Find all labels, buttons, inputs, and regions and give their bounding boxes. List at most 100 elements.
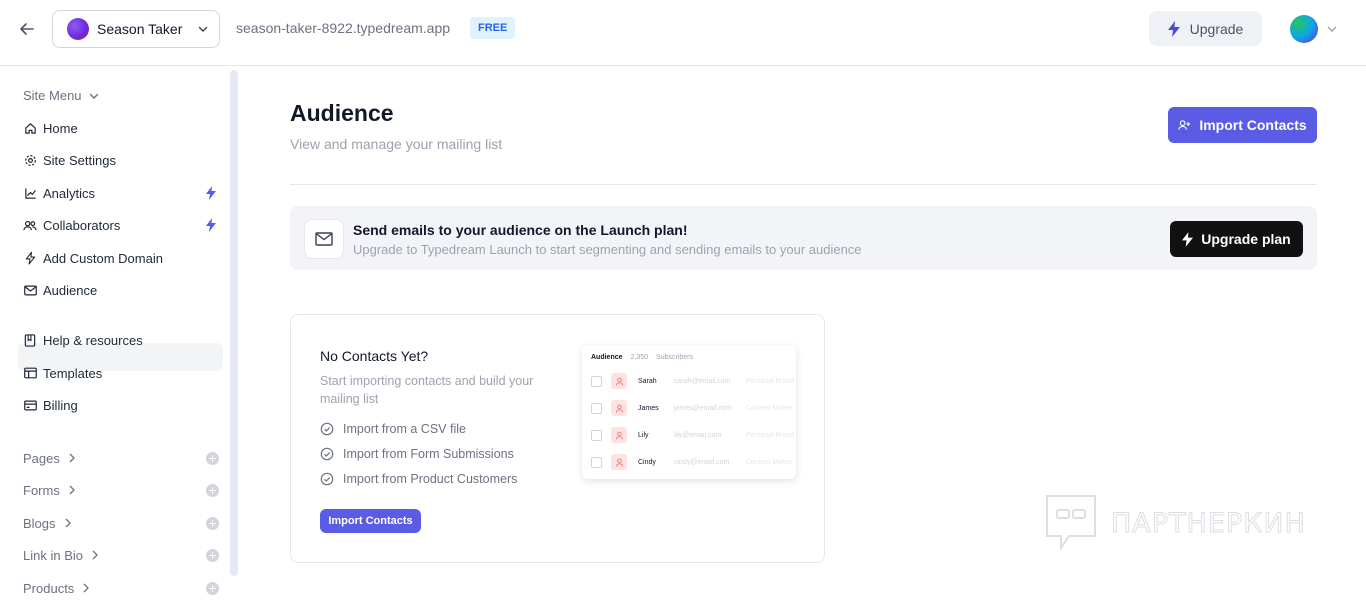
sidebar-item-label: Add Custom Domain — [43, 250, 163, 266]
add-user-icon — [1178, 120, 1191, 130]
user-icon — [611, 427, 627, 443]
sidebar-item-label: Help & resources — [43, 332, 143, 348]
sidebar-item-site-settings[interactable]: Site Settings — [18, 146, 223, 174]
upgrade-plan-button[interactable]: Upgrade plan — [1170, 221, 1303, 257]
user-icon — [611, 373, 627, 389]
back-arrow-icon[interactable] — [16, 18, 38, 40]
preview-name: Sarah — [638, 377, 657, 385]
import-contacts-label: Import Contacts — [1199, 117, 1307, 133]
sidebar-item-label: Site Settings — [43, 152, 116, 168]
gear-icon — [23, 153, 37, 167]
sidebar-item-templates[interactable]: Templates — [18, 359, 223, 387]
sidebar-item-audience[interactable]: Audience — [18, 276, 223, 304]
sidebar-group-link-in-bio[interactable]: Link in Bio — [23, 545, 219, 565]
mail-icon — [304, 219, 344, 259]
sidebar-group-products[interactable]: Products — [23, 578, 219, 598]
page-title: Audience — [290, 100, 394, 126]
preview-row: Lily lily@email.com Personal Brand — [591, 426, 796, 444]
plan-badge: FREE — [470, 17, 516, 39]
top-bar: Season Taker season-taker-8922.typedream… — [0, 0, 1366, 66]
preview-row: Cindy cindy@email.com Content Maker — [591, 453, 796, 471]
preview-email: lily@email.com — [674, 431, 722, 439]
divider — [290, 184, 1317, 185]
mail-icon — [23, 283, 37, 297]
preview-header: Audience 2,350 Subscribers — [591, 354, 693, 361]
group-label: Blogs — [23, 515, 56, 531]
preview-count: 2,350 — [630, 354, 649, 361]
watermark: ПАРТНЕРКИН — [1045, 494, 1306, 552]
step-item: Import from Product Customers — [320, 471, 517, 487]
chevron-right-icon — [83, 583, 90, 593]
users-icon — [23, 218, 37, 232]
sidebar-group-forms[interactable]: Forms — [23, 480, 219, 500]
page-subtitle: View and manage your mailing list — [290, 136, 503, 152]
step-label: Import from Form Submissions — [343, 447, 514, 461]
sidebar-item-add-custom-domain[interactable]: Add Custom Domain — [18, 244, 223, 272]
bolt-icon — [1182, 231, 1194, 247]
group-label: Pages — [23, 450, 60, 466]
sidebar-group-pages[interactable]: Pages — [23, 448, 219, 468]
sidebar-item-label: Home — [43, 120, 78, 136]
preview-name: Cindy — [638, 458, 656, 466]
step-label: Import from a CSV file — [343, 422, 466, 436]
empty-state-title: No Contacts Yet? — [320, 348, 429, 364]
preview-row: Sarah sarah@email.com Personal Brand — [591, 372, 796, 390]
group-label: Products — [23, 580, 75, 596]
add-product-icon[interactable] — [206, 581, 219, 595]
preview-count-label: Subscribers — [656, 354, 694, 361]
site-switcher[interactable]: Season Taker — [52, 10, 220, 48]
add-form-icon[interactable] — [206, 483, 219, 497]
upgrade-banner: Send emails to your audience on the Laun… — [290, 206, 1317, 270]
home-icon — [23, 121, 37, 135]
preview-tag: Personal Brand — [746, 431, 795, 439]
preview-title: Audience — [591, 354, 623, 361]
sidebar-item-analytics[interactable]: Analytics — [18, 179, 223, 207]
add-page-icon[interactable] — [206, 451, 219, 465]
user-icon — [611, 454, 627, 470]
check-circle-icon — [320, 422, 334, 436]
preview-name: Lily — [638, 431, 649, 439]
premium-bolt-icon — [206, 218, 216, 232]
sidebar-item-label: Billing — [43, 397, 78, 413]
sidebar-item-home[interactable]: Home — [18, 114, 223, 142]
site-name: Season Taker — [97, 21, 183, 37]
sidebar: Site Menu Home Site Settings Analytics C… — [0, 67, 240, 604]
import-contacts-button[interactable]: Import Contacts — [320, 509, 421, 533]
group-label: Link in Bio — [23, 547, 83, 563]
import-contacts-button[interactable]: Import Contacts — [1168, 107, 1317, 143]
banner-title: Send emails to your audience on the Laun… — [353, 222, 688, 238]
sidebar-item-label: Collaborators — [43, 217, 121, 233]
step-label: Import from Product Customers — [343, 472, 518, 486]
upgrade-button[interactable]: Upgrade — [1149, 11, 1262, 46]
sidebar-item-help[interactable]: Help & resources — [18, 326, 223, 354]
sidebar-item-label: Analytics — [43, 185, 96, 201]
chevron-right-icon — [92, 550, 98, 560]
preview-tag: Content Maker — [746, 404, 792, 412]
chevron-right-icon — [69, 453, 75, 463]
sidebar-group-blogs[interactable]: Blogs — [23, 513, 219, 533]
upgrade-plan-label: Upgrade plan — [1201, 231, 1291, 247]
group-label: Forms — [23, 482, 60, 498]
bolt-icon — [23, 251, 37, 265]
site-domain[interactable]: season-taker-8922.typedream.app — [236, 20, 450, 36]
card-icon — [23, 398, 37, 412]
sidebar-item-label: Audience — [43, 282, 98, 298]
add-blog-icon[interactable] — [206, 516, 219, 530]
site-avatar — [67, 18, 89, 40]
chevron-right-icon — [69, 485, 75, 495]
preview-name: James — [638, 404, 659, 412]
chevron-down-icon[interactable] — [1326, 23, 1338, 35]
check-circle-icon — [320, 472, 334, 486]
check-circle-icon — [320, 447, 334, 461]
site-menu-toggle[interactable]: Site Menu — [23, 88, 100, 103]
preview-tag: Content Maker — [746, 458, 792, 466]
user-avatar[interactable] — [1290, 15, 1318, 43]
premium-bolt-icon — [206, 186, 216, 200]
empty-state-card: No Contacts Yet? Start importing contact… — [290, 314, 825, 563]
sidebar-scrollbar[interactable] — [230, 70, 238, 576]
sidebar-item-collaborators[interactable]: Collaborators — [18, 211, 223, 239]
add-link-in-bio-icon[interactable] — [206, 548, 219, 562]
upgrade-label: Upgrade — [1189, 20, 1244, 37]
sidebar-item-billing[interactable]: Billing — [18, 391, 223, 419]
chevron-right-icon — [65, 518, 71, 528]
